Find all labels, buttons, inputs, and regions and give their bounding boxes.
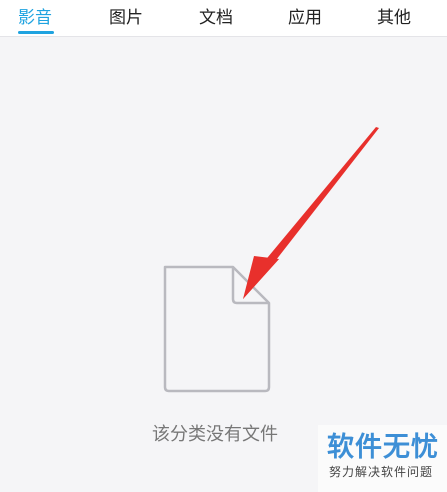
red-arrow-icon bbox=[243, 127, 379, 299]
watermark-subtitle: 努力解决软件问题 bbox=[329, 465, 434, 479]
watermark: 软件无忧 努力解决软件问题 bbox=[318, 425, 447, 492]
watermark-title: 软件无忧 bbox=[327, 432, 439, 463]
